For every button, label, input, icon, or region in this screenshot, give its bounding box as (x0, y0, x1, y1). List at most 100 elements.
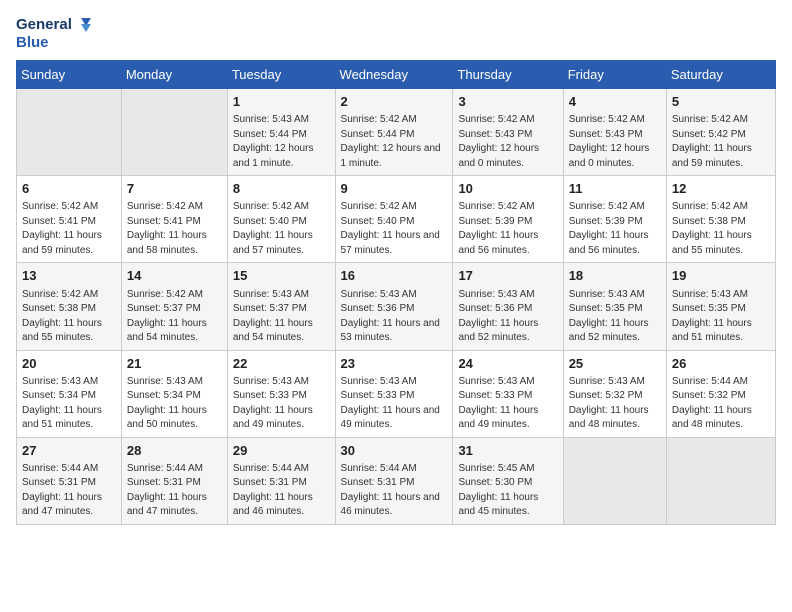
day-number: 13 (22, 267, 116, 285)
calendar-cell: 9 Sunrise: 5:42 AMSunset: 5:40 PMDaylight… (335, 176, 453, 263)
calendar-cell: 10Sunrise: 5:42 AMSunset: 5:39 PMDayligh… (453, 176, 563, 263)
week-row-2: 6 Sunrise: 5:42 AMSunset: 5:41 PMDaylight… (17, 176, 776, 263)
calendar-cell: 21 Sunrise: 5:43 AMSunset: 5:34 PMDayligh… (121, 350, 227, 437)
week-row-1: 1 Sunrise: 5:43 AMSunset: 5:44 PMDaylight… (17, 89, 776, 176)
cell-content: Sunrise: 5:44 AMSunset: 5:31 PMDaylight:… (127, 462, 222, 520)
cell-content: Sunrise: 5:43 AMSunset: 5:34 PMDaylight:… (22, 375, 116, 433)
cell-content: Sunrise: 5:42 AMSunset: 5:43 PMDaylight:… (458, 113, 557, 171)
calendar-cell: 22Sunrise: 5:43 AMSunset: 5:33 PMDayligh… (227, 350, 335, 437)
day-number: 26 (672, 355, 770, 373)
cell-content: Sunrise: 5:42 AMSunset: 5:40 PMDaylight:… (233, 200, 330, 258)
day-number: 28 (127, 442, 222, 460)
day-number: 7 (127, 180, 222, 198)
day-number: 15 (233, 267, 330, 285)
week-row-4: 20 Sunrise: 5:43 AMSunset: 5:34 PMDayligh… (17, 350, 776, 437)
cell-content: Sunrise: 5:43 AMSunset: 5:33 PMDaylight:… (458, 375, 557, 433)
calendar-cell: 1 Sunrise: 5:43 AMSunset: 5:44 PMDaylight… (227, 89, 335, 176)
calendar-cell: 23Sunrise: 5:43 AMSunset: 5:33 PMDayligh… (335, 350, 453, 437)
day-number: 19 (672, 267, 770, 285)
day-number: 29 (233, 442, 330, 460)
day-number: 20 (22, 355, 116, 373)
day-number: 16 (341, 267, 448, 285)
calendar-cell: 26 Sunrise: 5:44 AMSunset: 5:32 PMDayligh… (666, 350, 775, 437)
header-day-saturday: Saturday (666, 61, 775, 89)
day-number: 3 (458, 93, 557, 111)
calendar-cell: 14 Sunrise: 5:42 AMSunset: 5:37 PMDayligh… (121, 263, 227, 350)
logo: General Blue (16, 16, 92, 52)
logo-text: General Blue (16, 16, 92, 52)
calendar-body: 1 Sunrise: 5:43 AMSunset: 5:44 PMDaylight… (17, 89, 776, 525)
day-number: 18 (569, 267, 661, 285)
cell-content: Sunrise: 5:42 AMSunset: 5:41 PMDaylight:… (22, 200, 116, 258)
cell-content: Sunrise: 5:43 AMSunset: 5:32 PMDaylight:… (569, 375, 661, 433)
day-number: 24 (458, 355, 557, 373)
cell-content: Sunrise: 5:42 AMSunset: 5:38 PMDaylight:… (672, 200, 770, 258)
header-row: SundayMondayTuesdayWednesdayThursdayFrid… (17, 61, 776, 89)
calendar-cell: 19 Sunrise: 5:43 AMSunset: 5:35 PMDayligh… (666, 263, 775, 350)
header-day-monday: Monday (121, 61, 227, 89)
calendar-cell: 2 Sunrise: 5:42 AMSunset: 5:44 PMDaylight… (335, 89, 453, 176)
calendar-cell: 16 Sunrise: 5:43 AMSunset: 5:36 PMDayligh… (335, 263, 453, 350)
calendar-cell: 30Sunrise: 5:44 AMSunset: 5:31 PMDayligh… (335, 437, 453, 524)
day-number: 12 (672, 180, 770, 198)
cell-content: Sunrise: 5:42 AMSunset: 5:44 PMDaylight:… (341, 113, 448, 171)
day-number: 2 (341, 93, 448, 111)
calendar-cell: 13 Sunrise: 5:42 AMSunset: 5:38 PMDayligh… (17, 263, 122, 350)
calendar-cell (121, 89, 227, 176)
calendar-cell: 17 Sunrise: 5:43 AMSunset: 5:36 PMDayligh… (453, 263, 563, 350)
header-day-wednesday: Wednesday (335, 61, 453, 89)
cell-content: Sunrise: 5:43 AMSunset: 5:37 PMDaylight:… (233, 288, 330, 346)
cell-content: Sunrise: 5:42 AMSunset: 5:40 PMDaylight:… (341, 200, 448, 258)
cell-content: Sunrise: 5:44 AMSunset: 5:31 PMDaylight:… (22, 462, 116, 520)
day-number: 30 (341, 442, 448, 460)
calendar-cell: 12 Sunrise: 5:42 AMSunset: 5:38 PMDayligh… (666, 176, 775, 263)
cell-content: Sunrise: 5:43 AMSunset: 5:34 PMDaylight:… (127, 375, 222, 433)
calendar-cell (666, 437, 775, 524)
cell-content: Sunrise: 5:45 AMSunset: 5:30 PMDaylight:… (458, 462, 557, 520)
cell-content: Sunrise: 5:44 AMSunset: 5:32 PMDaylight:… (672, 375, 770, 433)
day-number: 27 (22, 442, 116, 460)
calendar-cell: 29 Sunrise: 5:44 AMSunset: 5:31 PMDayligh… (227, 437, 335, 524)
calendar-cell: 6 Sunrise: 5:42 AMSunset: 5:41 PMDaylight… (17, 176, 122, 263)
cell-content: Sunrise: 5:43 AMSunset: 5:36 PMDaylight:… (341, 288, 448, 346)
cell-content: Sunrise: 5:43 AMSunset: 5:35 PMDaylight:… (672, 288, 770, 346)
calendar-cell: 18 Sunrise: 5:43 AMSunset: 5:35 PMDayligh… (563, 263, 666, 350)
day-number: 11 (569, 180, 661, 198)
cell-content: Sunrise: 5:43 AMSunset: 5:36 PMDaylight:… (458, 288, 557, 346)
calendar-header: SundayMondayTuesdayWednesdayThursdayFrid… (17, 61, 776, 89)
week-row-5: 27 Sunrise: 5:44 AMSunset: 5:31 PMDayligh… (17, 437, 776, 524)
cell-content: Sunrise: 5:42 AMSunset: 5:43 PMDaylight:… (569, 113, 661, 171)
calendar-table: SundayMondayTuesdayWednesdayThursdayFrid… (16, 60, 776, 525)
day-number: 9 (341, 180, 448, 198)
day-number: 17 (458, 267, 557, 285)
cell-content: Sunrise: 5:43 AMSunset: 5:35 PMDaylight:… (569, 288, 661, 346)
calendar-cell: 20 Sunrise: 5:43 AMSunset: 5:34 PMDayligh… (17, 350, 122, 437)
day-number: 6 (22, 180, 116, 198)
day-number: 1 (233, 93, 330, 111)
cell-content: Sunrise: 5:42 AMSunset: 5:42 PMDaylight:… (672, 113, 770, 171)
cell-content: Sunrise: 5:43 AMSunset: 5:44 PMDaylight:… (233, 113, 330, 171)
day-number: 10 (458, 180, 557, 198)
week-row-3: 13 Sunrise: 5:42 AMSunset: 5:38 PMDayligh… (17, 263, 776, 350)
page-header: General Blue (16, 16, 776, 52)
calendar-cell: 3 Sunrise: 5:42 AMSunset: 5:43 PMDaylight… (453, 89, 563, 176)
day-number: 22 (233, 355, 330, 373)
calendar-cell: 28 Sunrise: 5:44 AMSunset: 5:31 PMDayligh… (121, 437, 227, 524)
cell-content: Sunrise: 5:42 AMSunset: 5:38 PMDaylight:… (22, 288, 116, 346)
cell-content: Sunrise: 5:44 AMSunset: 5:31 PMDaylight:… (233, 462, 330, 520)
day-number: 21 (127, 355, 222, 373)
calendar-cell: 11Sunrise: 5:42 AMSunset: 5:39 PMDayligh… (563, 176, 666, 263)
calendar-cell: 31Sunrise: 5:45 AMSunset: 5:30 PMDayligh… (453, 437, 563, 524)
cell-content: Sunrise: 5:42 AMSunset: 5:37 PMDaylight:… (127, 288, 222, 346)
calendar-cell: 5 Sunrise: 5:42 AMSunset: 5:42 PMDaylight… (666, 89, 775, 176)
day-number: 14 (127, 267, 222, 285)
day-number: 4 (569, 93, 661, 111)
calendar-cell: 8 Sunrise: 5:42 AMSunset: 5:40 PMDaylight… (227, 176, 335, 263)
day-number: 5 (672, 93, 770, 111)
header-day-friday: Friday (563, 61, 666, 89)
header-day-tuesday: Tuesday (227, 61, 335, 89)
day-number: 25 (569, 355, 661, 373)
header-day-thursday: Thursday (453, 61, 563, 89)
day-number: 8 (233, 180, 330, 198)
calendar-cell: 15 Sunrise: 5:43 AMSunset: 5:37 PMDayligh… (227, 263, 335, 350)
